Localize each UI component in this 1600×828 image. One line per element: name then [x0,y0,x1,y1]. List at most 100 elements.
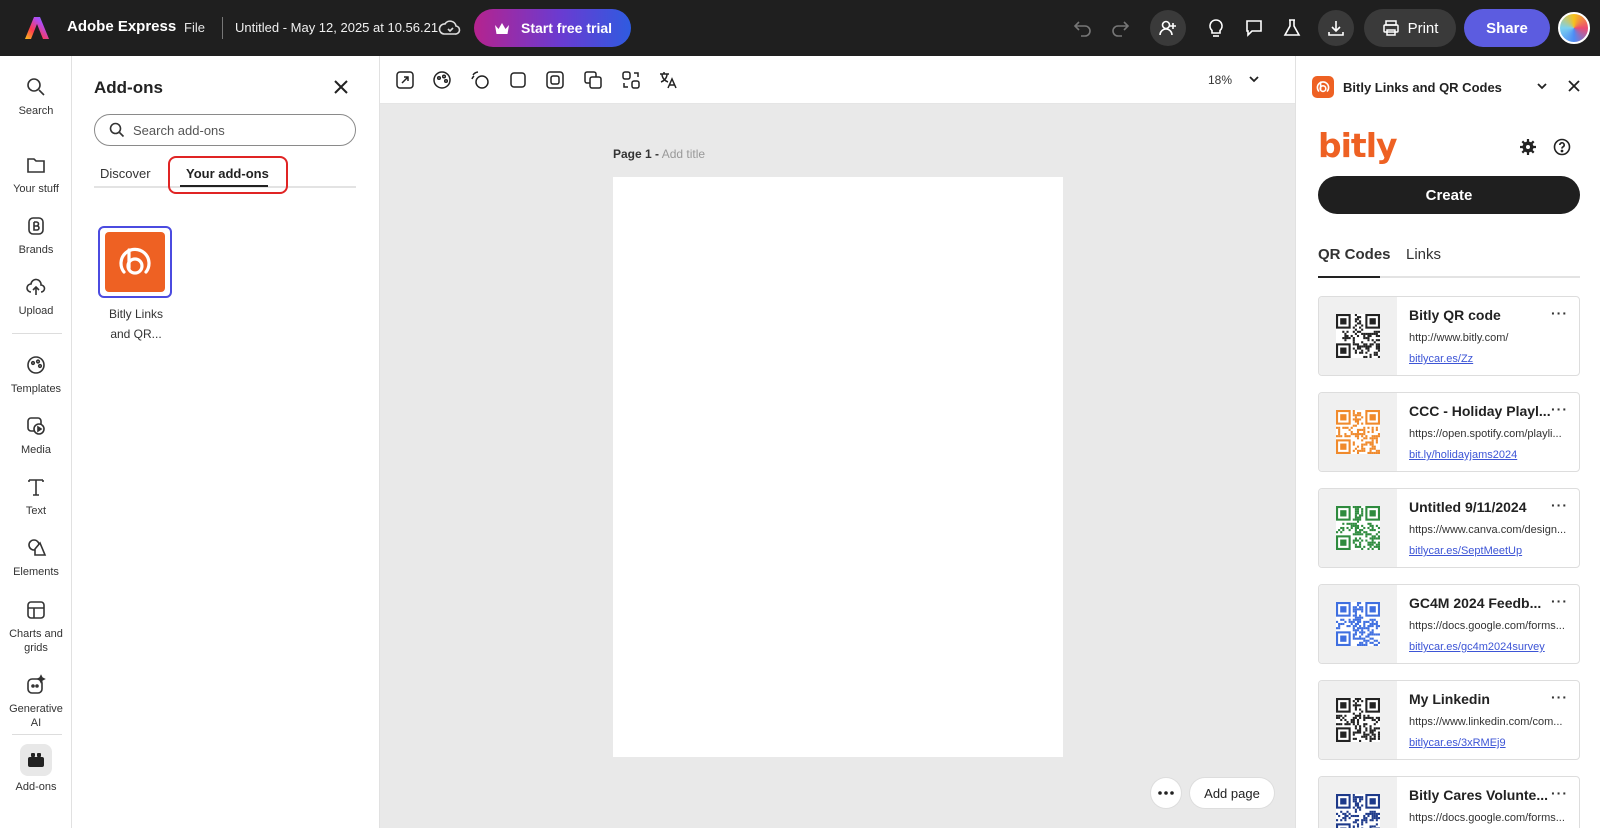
addon-label[interactable]: Bitly Links and QR... [88,304,184,344]
more-options-button[interactable] [1151,778,1181,808]
canvas-area: 18% Page 1 - Add title Add page [380,56,1295,828]
app-name: Adobe Express [67,18,177,35]
more-options-icon[interactable]: ··· [1551,401,1568,417]
media-icon [27,417,45,435]
page-title-input[interactable]: Add title [662,147,705,161]
close-icon[interactable] [332,78,350,96]
redo-icon[interactable] [1106,14,1134,42]
page-label: Page 1 - Add title [613,147,705,161]
qr-card[interactable]: Untitled 9/11/2024 https://www.canva.com… [1318,488,1580,568]
qr-short-link[interactable]: bit.ly/holidayjams2024 [1409,449,1517,461]
qr-card[interactable]: CCC - Holiday Playl... https://open.spot… [1318,392,1580,472]
layers-icon[interactable] [582,69,604,91]
qr-destination: https://www.linkedin.com/com... [1409,716,1563,728]
qr-short-link[interactable]: bitlycar.es/3xRMEj9 [1409,737,1506,749]
zoom-level[interactable]: 18% [1208,73,1232,87]
rail-item-generative-ai[interactable]: Generative AI [0,674,72,730]
qr-name: Bitly Cares Volunte... [1409,787,1548,803]
qr-card[interactable]: GC4M 2024 Feedb... https://docs.google.c… [1318,584,1580,664]
elements-icon [28,539,47,556]
qr-destination: https://open.spotify.com/playli... [1409,428,1562,440]
file-menu[interactable]: File [184,20,205,35]
cloud-sync-icon[interactable] [438,17,462,39]
labs-icon[interactable] [1278,14,1306,42]
undo-icon[interactable] [1069,14,1097,42]
qr-short-link[interactable]: bitlycar.es/SeptMeetUp [1409,545,1522,557]
qr-thumbnail [1319,393,1397,471]
chevron-down-icon[interactable] [1246,71,1262,87]
close-icon[interactable] [1566,78,1582,94]
more-options-icon[interactable]: ··· [1551,497,1568,513]
rail-item-brands[interactable]: Brands [0,215,72,257]
qr-name: CCC - Holiday Playl... [1409,403,1551,419]
bitly-panel-title: Bitly Links and QR Codes [1343,80,1502,95]
replace-icon[interactable] [620,69,642,91]
rail-item-add-ons[interactable]: Add-ons [0,744,72,794]
share-button[interactable]: Share [1464,9,1550,47]
qr-short-link[interactable]: bitlycar.es/Zz [1409,353,1473,365]
addon-tile-bitly[interactable] [98,226,172,298]
translate-icon[interactable] [657,69,679,91]
search-add-ons-input[interactable] [133,122,343,138]
print-button[interactable]: Print [1364,9,1456,47]
addon-label-line2: and QR... [110,327,162,341]
gear-icon[interactable] [1519,138,1537,156]
shape-icon[interactable] [507,69,529,91]
invite-icon[interactable] [1150,10,1186,46]
tips-icon[interactable] [1202,14,1230,42]
tab-qr-codes[interactable]: QR Codes [1318,246,1391,263]
qr-card[interactable]: Bitly QR code http://www.bitly.com/ bitl… [1318,296,1580,376]
qr-name: GC4M 2024 Feedb... [1409,595,1542,611]
highlight-annotation [168,156,288,194]
qr-destination: https://docs.google.com/forms... [1409,812,1565,824]
more-options-icon[interactable]: ··· [1551,689,1568,705]
document-title[interactable]: Untitled - May 12, 2025 at 10.56.21 [235,20,438,35]
rail-item-elements[interactable]: Elements [0,537,72,579]
adobe-express-logo-icon[interactable] [24,15,50,41]
qr-name: Bitly QR code [1409,307,1501,323]
resize-icon[interactable] [394,69,416,91]
rail-item-search[interactable]: Search [0,76,72,118]
qr-name: Untitled 9/11/2024 [1409,499,1527,515]
rail-label: Search [18,105,54,117]
help-icon[interactable] [1553,138,1571,156]
start-free-trial-button[interactable]: Start free trial [474,9,631,47]
create-button[interactable]: Create [1318,176,1580,214]
search-add-ons-field[interactable] [94,114,356,146]
download-icon[interactable] [1318,10,1354,46]
qr-code-icon [1336,794,1380,828]
tab-links[interactable]: Links [1406,246,1441,263]
animate-icon[interactable] [469,69,491,91]
rail-item-upload[interactable]: Upload [0,276,72,318]
design-page[interactable] [613,177,1063,757]
more-options-icon[interactable]: ··· [1551,593,1568,609]
qr-short-link[interactable]: bitlycar.es/gc4m2024survey [1409,641,1545,653]
add-page-button[interactable]: Add page [1190,778,1274,808]
qr-card[interactable]: Bitly Cares Volunte... https://docs.goog… [1318,776,1580,828]
rail-separator [12,734,62,735]
comments-icon[interactable] [1240,14,1268,42]
more-options-icon[interactable]: ··· [1551,785,1568,801]
avatar[interactable] [1558,12,1590,44]
qr-card[interactable]: My Linkedin https://www.linkedin.com/com… [1318,680,1580,760]
top-bar: Adobe Express File Untitled - May 12, 20… [0,0,1600,56]
theme-icon[interactable] [431,69,453,91]
more-options-icon[interactable]: ··· [1551,305,1568,321]
add-ons-panel: Add-ons Discover Your add-ons Bitly Link… [72,56,380,828]
rail-item-charts-and-grids[interactable]: Charts and grids [0,599,72,655]
bitly-small-logo-icon [1312,76,1334,98]
left-rail: Search Your stuff Brands Upload Template… [0,56,72,828]
rail-item-media[interactable]: Media [0,415,72,457]
active-tab-indicator [1318,276,1380,278]
tab-discover[interactable]: Discover [100,166,151,181]
brand-icon [28,217,44,235]
chevron-down-icon[interactable] [1534,78,1550,94]
qr-destination: https://docs.google.com/forms... [1409,620,1565,632]
rail-item-text[interactable]: Text [0,476,72,518]
rail-item-your-stuff[interactable]: Your stuff [0,154,72,196]
qr-destination: https://www.canva.com/design... [1409,524,1567,536]
bitly-tabs: QR Codes Links [1318,242,1580,278]
background-remove-icon[interactable] [544,69,566,91]
rail-item-templates[interactable]: Templates [0,354,72,396]
panel-title: Add-ons [94,78,163,97]
